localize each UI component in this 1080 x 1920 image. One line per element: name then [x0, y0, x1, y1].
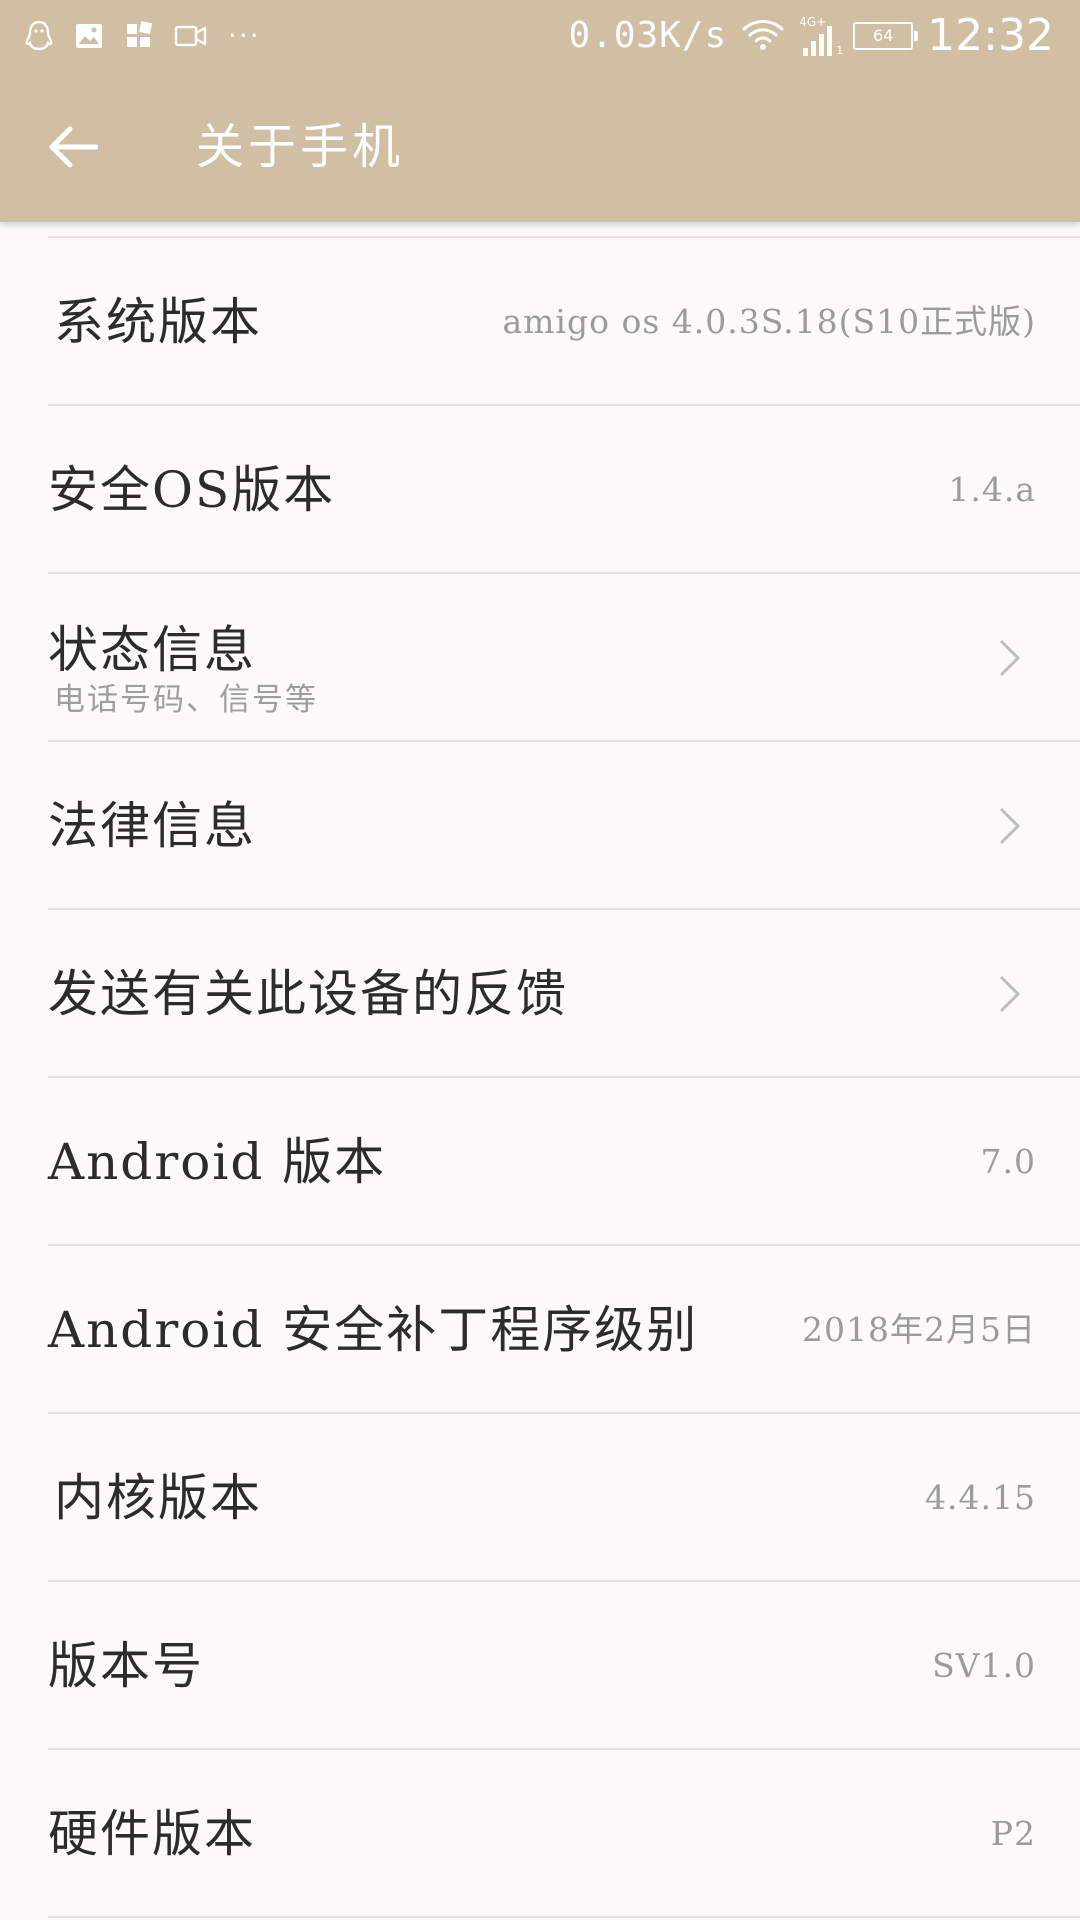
row-title: 系统版本 — [54, 293, 262, 351]
row-title: Android 版本 — [48, 1133, 387, 1191]
row-system-version[interactable]: 系统版本 amigo os 4.0.3S.18(S10正式版) — [0, 238, 1080, 406]
sim-slot-label: 1 — [836, 44, 844, 57]
notification-icons: ··· — [24, 18, 261, 54]
row-title: 内核版本 — [54, 1469, 262, 1527]
video-icon — [174, 23, 208, 49]
row-value: 7.0 — [980, 1142, 1036, 1181]
row-title: 版本号 — [48, 1637, 204, 1695]
row-status-info[interactable]: 状态信息 电话号码、信号等 — [0, 574, 1080, 742]
header: ··· 0.03K/s 4G+ 1 64 12:32 关于手机 — [0, 0, 1080, 222]
row-hardware-version[interactable]: 硬件版本 P2 — [0, 1750, 1080, 1918]
row-value: P2 — [990, 1814, 1036, 1853]
row-legal-info[interactable]: 法律信息 — [0, 742, 1080, 910]
chevron-right-icon — [998, 972, 1022, 1016]
row-build-number[interactable]: 版本号 SV1.0 — [0, 1582, 1080, 1750]
row-title: Android 安全补丁程序级别 — [48, 1301, 699, 1359]
back-button[interactable] — [26, 110, 118, 184]
cellular-indicator: 4G+ 1 — [799, 16, 843, 56]
row-value: amigo os 4.0.3S.18(S10正式版) — [502, 302, 1036, 341]
row-title: 安全OS版本 — [48, 461, 336, 519]
qq-icon — [24, 19, 54, 53]
settings-list: 系统版本 amigo os 4.0.3S.18(S10正式版) 安全OS版本 1… — [0, 222, 1080, 1920]
app-bar: 关于手机 — [0, 72, 1080, 222]
wifi-icon — [741, 17, 785, 55]
page-title: 关于手机 — [196, 119, 405, 175]
status-bar: ··· 0.03K/s 4G+ 1 64 12:32 — [0, 0, 1080, 72]
chevron-right-icon — [998, 804, 1022, 848]
row-value: 2018年2月5日 — [802, 1310, 1036, 1349]
row-title: 法律信息 — [48, 797, 256, 855]
network-speed: 0.03K/s — [568, 15, 728, 56]
row-secure-os-version[interactable]: 安全OS版本 1.4.a — [0, 406, 1080, 574]
status-right: 0.03K/s 4G+ 1 64 12:32 — [568, 10, 1054, 62]
row-security-patch-level[interactable]: Android 安全补丁程序级别 2018年2月5日 — [0, 1246, 1080, 1414]
row-value: SV1.0 — [932, 1646, 1036, 1685]
row-title: 发送有关此设备的反馈 — [48, 965, 568, 1023]
signal-icon — [803, 26, 833, 56]
row-android-version[interactable]: Android 版本 7.0 — [0, 1078, 1080, 1246]
battery-icon: 64 — [853, 22, 919, 50]
row-kernel-version[interactable]: 内核版本 4.4.15 — [0, 1414, 1080, 1582]
row-send-feedback[interactable]: 发送有关此设备的反馈 — [0, 910, 1080, 1078]
row-subtitle: 电话号码、信号等 — [54, 682, 318, 718]
divider — [48, 1916, 1080, 1918]
row-title: 硬件版本 — [48, 1805, 256, 1863]
clock: 12:32 — [927, 10, 1054, 61]
arrow-left-icon — [49, 126, 98, 168]
row-value: 4.4.15 — [925, 1478, 1036, 1517]
chevron-right-icon — [998, 636, 1022, 680]
image-icon — [74, 22, 104, 50]
row-value: 1.4.a — [948, 470, 1036, 509]
apps-icon — [124, 21, 154, 51]
row-title: 状态信息 — [48, 621, 256, 679]
more-notifications-icon: ··· — [228, 19, 261, 52]
